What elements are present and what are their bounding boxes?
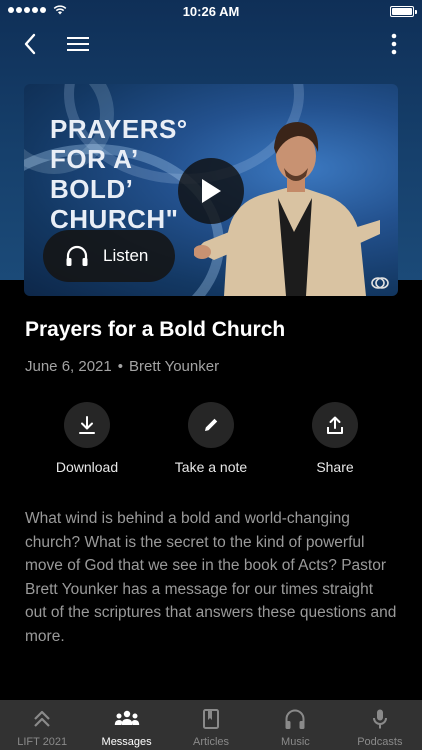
battery-icon (390, 6, 417, 17)
tab-articles[interactable]: Articles (169, 700, 253, 750)
tab-label: Messages (101, 736, 152, 748)
chevron-left-icon (24, 33, 36, 55)
sermon-video[interactable]: PRAYERS° FOR A’ BOLD’ CHURCH" Listen (24, 84, 398, 296)
tab-music[interactable]: Music (253, 700, 337, 750)
listen-button[interactable]: Listen (43, 230, 175, 282)
tab-label: Articles (192, 736, 230, 748)
download-action[interactable]: Download (32, 402, 142, 475)
tab-label: Music (281, 736, 310, 748)
top-nav (0, 28, 422, 60)
pencil-icon (205, 418, 218, 431)
download-button[interactable] (64, 402, 110, 448)
status-time: 10:26 AM (182, 4, 240, 19)
sermon-speaker: Brett Younker (129, 358, 220, 375)
share-action[interactable]: Share (280, 402, 390, 475)
sermon-meta: June 6, 2021 • Brett Younker (25, 358, 219, 375)
double-chevron-up-icon (34, 710, 50, 727)
headphones-icon (66, 245, 88, 266)
vertical-ellipsis-icon (391, 33, 397, 55)
tab-podcasts[interactable]: Podcasts (338, 700, 422, 750)
tab-lift-2021[interactable]: LIFT 2021 (0, 700, 84, 750)
play-icon (202, 179, 221, 203)
listen-label: Listen (103, 246, 149, 265)
take-note-button[interactable] (188, 402, 234, 448)
back-button[interactable] (14, 28, 46, 60)
take-note-action[interactable]: Take a note (156, 402, 266, 475)
people-icon (114, 710, 139, 725)
download-icon (79, 416, 95, 434)
tab-messages[interactable]: Messages (84, 700, 168, 750)
sermon-date: June 6, 2021 (25, 358, 112, 375)
take-note-label: Take a note (174, 459, 248, 475)
download-label: Download (55, 459, 119, 475)
sermon-title: Prayers for a Bold Church (25, 318, 286, 341)
meta-separator: • (117, 358, 124, 375)
more-options-button[interactable] (382, 28, 406, 60)
tab-label: Podcasts (357, 736, 403, 748)
status-bar: 10:26 AM (0, 0, 422, 24)
microphone-icon (372, 709, 387, 729)
share-button[interactable] (312, 402, 358, 448)
sermon-description: What wind is behind a bold and world-cha… (25, 510, 397, 645)
share-label: Share (316, 459, 354, 475)
bottom-tab-bar: LIFT 2021 Messages Articles Music Podcas… (0, 700, 422, 750)
headphones-icon (285, 709, 305, 729)
menu-button[interactable] (60, 28, 96, 60)
hamburger-icon (67, 37, 89, 51)
book-icon (203, 709, 220, 729)
watermark-logo-icon (371, 277, 389, 289)
share-icon (327, 416, 343, 434)
play-button[interactable] (178, 158, 244, 224)
tab-label: LIFT 2021 (17, 736, 68, 748)
